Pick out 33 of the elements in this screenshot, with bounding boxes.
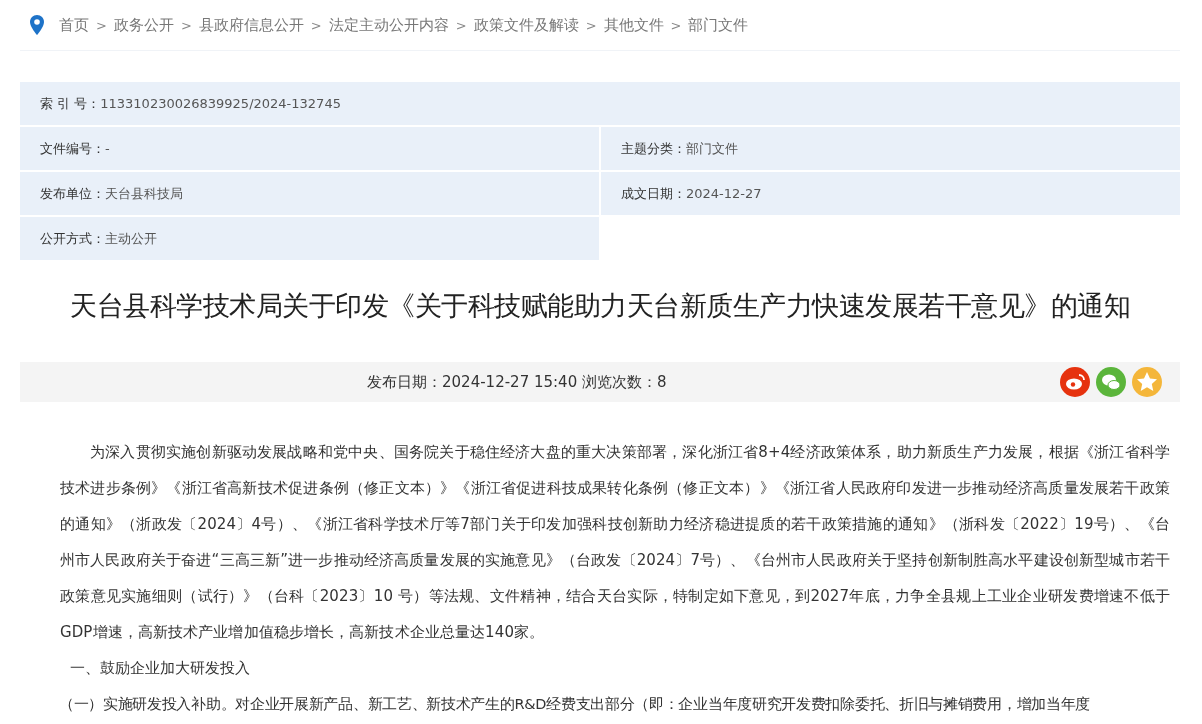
location-pin-icon [30,15,44,35]
clause-paragraph: （一）实施研发投入补助。对企业开展新产品、新工艺、新技术产生的R&D经费支出部分（即：企业当年度研究开发费扣除委托、折旧与摊销费用，增加当年度 [57,695,1092,714]
breadcrumb-link[interactable]: 其他文件 [603,15,664,35]
breadcrumb-separator: > [455,17,467,33]
breadcrumb-separator: > [670,17,682,33]
meta-label: 发布单位： [40,184,105,203]
publish-info: 发布日期：2024-12-27 15:40 浏览次数：8 [367,372,667,392]
breadcrumb-link[interactable]: 首页 [59,15,89,35]
meta-value: 天台县科技局 [105,184,183,203]
meta-value: - [105,141,110,156]
meta-label: 文件编号： [40,139,105,158]
meta-label: 公开方式： [40,229,105,248]
weibo-share-icon[interactable] [1060,367,1090,397]
breadcrumb-separator: > [96,17,107,33]
meta-value: 113310230026839925/2024-132745 [100,96,341,111]
meta-value: 部门文件 [686,139,738,158]
article-title: 天台县科学技术局关于印发《关于科技赋能助力天台新质生产力快速发展若干意见》的通知 [69,289,1131,323]
body-paragraph: 为深入贯彻实施创新驱动发展战略和党中央、国务院关于稳住经济大盘的重大决策部署，深化浙江省8+4经济政策体系，助力新质生产力发展，根据《浙江省科学技术进步条例》《浙江省高新技术促进条例（修正文本）》《浙江省促进科技成果转化条例（修正文本）》《浙江省人民政府印发进一步推动经济高质量发展若干政策的通知》（浙政发〔2024〕4号）、《浙江省科学技术厅等7部门关于印发加强科技创新助力经济稳进提质的若干政策措施的通知》（浙科发〔2022〕19号）、《台州市人民政府关于奋进“三高三新”进一步推动经济高质量发展的实施意见》（台政发〔2024〕7号）、《台州市人民政府关于坚持创新制胜高水平建设创新型城市若干政策意见实施细则（试行）》（台科〔2023〕10 号）等法规、文件精神，结合天台实际，特制定如下意见，到2027年底，力争全县规上工业企业研发费增速不低于GDP增速，高新技术产业增加值稳步增长，高新技术企业总量达140家。 [59,442,1171,643]
chat-bubbles-icon[interactable] [1096,367,1126,397]
meta-label: 主题分类： [621,139,686,158]
section-heading: 一、鼓励企业加大研发投入 [69,658,251,679]
meta-value: 2024-12-27 [686,186,762,201]
meta-label: 索 引 号： [40,94,101,113]
breadcrumb-link[interactable]: 政策文件及解读 [473,15,579,35]
breadcrumb-link[interactable]: 部门文件 [688,15,749,35]
breadcrumb-separator: > [585,17,597,33]
meta-value: 主动公开 [105,229,157,248]
breadcrumb-link[interactable]: 政务公开 [113,15,174,35]
meta-label: 成文日期： [621,184,686,203]
breadcrumb-link[interactable]: 县政府信息公开 [198,15,304,35]
breadcrumb-separator: > [180,17,192,33]
breadcrumb-separator: > [310,17,322,33]
breadcrumb-link[interactable]: 法定主动公开内容 [328,15,449,35]
